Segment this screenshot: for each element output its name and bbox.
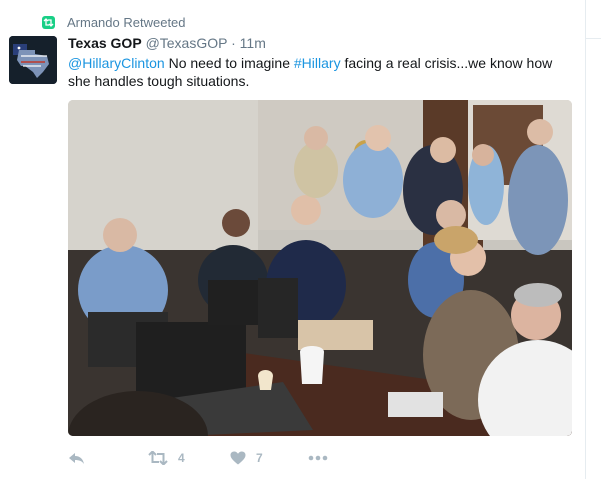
mention-link[interactable]: @HillaryClinton [68,55,165,71]
sidebar-edge [586,0,601,39]
tweet-card[interactable]: Armando Retweeted Texas GOP @TexasGOP · … [0,0,585,479]
like-count: 7 [256,451,263,465]
tweet-text-segment: No need to imagine [164,55,294,71]
retweet-context: Armando Retweeted [42,13,186,31]
reply-icon [69,452,84,464]
retweet-icon [42,15,55,29]
author-handle[interactable]: @TexasGOP [146,35,228,51]
hashtag-link[interactable]: #Hillary [294,55,341,71]
reply-button[interactable] [68,448,85,468]
tweet-header: Texas GOP @TexasGOP · 11m [68,35,266,51]
timeline-divider [585,0,586,479]
more-button[interactable] [308,448,328,468]
tweet-text: @HillaryClinton No need to imagine #Hill… [68,54,568,90]
tweet-photo[interactable] [68,100,572,436]
retweet-icon [148,451,168,465]
retweet-button[interactable]: 4 [148,448,185,468]
heart-icon [230,451,246,465]
author-name[interactable]: Texas GOP [68,35,142,51]
retweeter-label[interactable]: Armando Retweeted [67,15,186,30]
tweet-timestamp[interactable]: 11m [240,35,266,51]
retweet-count: 4 [178,451,185,465]
header-separator: · [231,35,236,51]
like-button[interactable]: 7 [230,448,263,468]
more-icon [308,455,328,461]
avatar[interactable] [9,36,57,84]
tweet-actions: 4 7 [68,448,368,468]
